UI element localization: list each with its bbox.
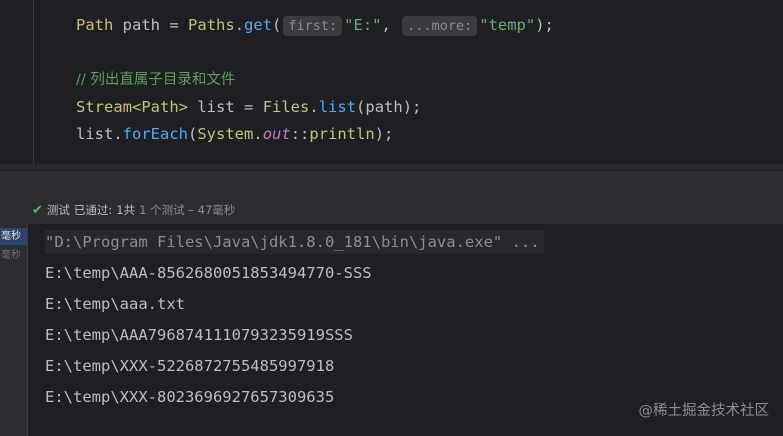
- dot: .: [253, 125, 263, 143]
- paren: (: [272, 16, 282, 34]
- string-literal: "E:": [344, 16, 382, 34]
- code-editor[interactable]: Path path = Paths.get(first: "E:", ...mor…: [0, 0, 783, 164]
- code-line-1[interactable]: Path path = Paths.get(first: "E:", ...mor…: [76, 14, 554, 36]
- console-line: E:\temp\XXX-5226872755485997918: [45, 357, 335, 375]
- method-foreach: forEach: [122, 125, 188, 143]
- console-line: E:\temp\AAA7968741110793235919SSS: [45, 326, 353, 344]
- code-line-4[interactable]: list.forEach(System.out::println);: [76, 123, 393, 145]
- console-line: E:\temp\aaa.txt: [45, 295, 185, 313]
- test-status-bar: ✔ 测试 已通过: 1共 1 个测试 – 47毫秒: [0, 196, 783, 224]
- status-label: 测试: [46, 203, 70, 217]
- class-files: Files: [262, 98, 310, 116]
- paren: (: [188, 125, 198, 143]
- console-line: E:\temp\AAA-8562680051853494770-SSS: [45, 264, 372, 282]
- status-summary: 1 个测试 – 47毫秒: [139, 203, 236, 217]
- code-line-3[interactable]: Stream<Path> list = Files.list(path);: [76, 96, 421, 118]
- test-tree-item[interactable]: 毫秒: [0, 247, 27, 264]
- type-path: Path: [76, 16, 114, 34]
- paren: );: [374, 125, 394, 143]
- paren: );: [535, 16, 554, 34]
- class-paths: Paths: [188, 16, 235, 34]
- code-comment[interactable]: // 列出直属子目录和文件: [76, 69, 235, 91]
- param-hint-more: ...more:: [402, 16, 478, 36]
- dot: .: [309, 98, 319, 116]
- param-hint-first: first:: [283, 16, 343, 36]
- console-command-line: "D:\Program Files\Java\jdk1.8.0_181\bin\…: [45, 230, 544, 254]
- string-literal: "temp": [479, 16, 536, 34]
- console-line: E:\temp\XXX-8023696927657309635: [45, 388, 335, 406]
- type-stream: Stream<Path>: [76, 98, 188, 116]
- field-out: out: [262, 125, 291, 143]
- method-println: println: [309, 125, 375, 143]
- check-icon: ✔: [32, 202, 43, 218]
- operator: =: [169, 16, 179, 34]
- test-tree-item[interactable]: 毫秒: [0, 228, 27, 245]
- run-toolwindow-header: [0, 170, 783, 197]
- status-count: 1共: [116, 203, 136, 217]
- method-get: get: [244, 16, 273, 34]
- var-list: list: [197, 98, 235, 116]
- gutter-divider: [33, 0, 34, 164]
- comma: ,: [381, 16, 391, 34]
- test-tree-panel[interactable]: 毫秒 毫秒: [0, 224, 28, 436]
- method-list: list: [318, 98, 357, 116]
- class-system: System: [197, 125, 254, 143]
- operator: =: [244, 98, 254, 116]
- var-list: list: [76, 125, 114, 143]
- dot: .: [113, 125, 123, 143]
- watermark: @稀土掘金技术社区: [638, 403, 770, 419]
- status-passed: 已通过:: [73, 203, 113, 217]
- args: (path);: [356, 98, 422, 116]
- method-ref: ::: [290, 125, 310, 143]
- var-path: path: [122, 16, 160, 34]
- dot: .: [234, 16, 245, 34]
